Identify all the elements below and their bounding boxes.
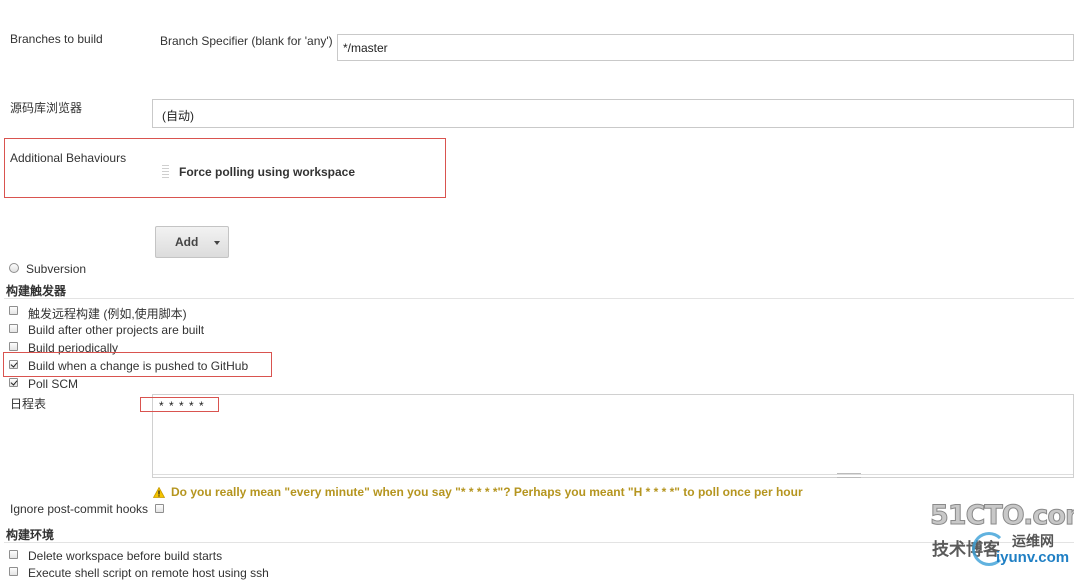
build-environment-heading: 构建环境 (6, 528, 55, 542)
force-polling-label: Force polling using workspace (179, 165, 356, 179)
branches-to-build-label: Branches to build (10, 32, 103, 46)
highlight-github-push (3, 352, 272, 377)
add-button-label: Add (175, 235, 199, 249)
env-delete-workspace-checkbox[interactable] (9, 550, 18, 559)
divider (4, 298, 1074, 299)
repo-browser-select[interactable]: (自动) (152, 99, 1074, 128)
schedule-label: 日程表 (10, 397, 47, 411)
env-ssh-script-checkbox[interactable] (9, 567, 18, 576)
trigger-after-projects-checkbox[interactable] (9, 324, 18, 333)
env-delete-workspace-label: Delete workspace before build starts (28, 549, 223, 563)
env-ssh-script-label: Execute shell script on remote host usin… (28, 566, 269, 580)
add-behaviour-button[interactable]: Add (155, 226, 229, 258)
ignore-hooks-checkbox[interactable] (155, 504, 164, 513)
resize-handle-icon[interactable] (837, 473, 861, 478)
textarea-resize-bar (153, 474, 1073, 475)
watermark-line2: 运维网 (1012, 533, 1054, 549)
warning-icon (153, 487, 165, 498)
subversion-radio[interactable] (9, 263, 19, 273)
branch-specifier-input[interactable]: */master (337, 34, 1074, 61)
ignore-hooks-label: Ignore post-commit hooks (10, 502, 149, 516)
trigger-poll-scm-label: Poll SCM (28, 377, 79, 391)
watermark-brand: 51CTO.com (929, 500, 1074, 532)
trigger-remote-checkbox[interactable] (9, 306, 18, 315)
build-triggers-heading: 构建触发器 (6, 284, 67, 298)
watermark-site: iyunv.com (996, 549, 1070, 566)
repo-browser-label: 源码库浏览器 (10, 101, 83, 115)
branch-specifier-label: Branch Specifier (blank for 'any') (160, 34, 333, 48)
schedule-textarea[interactable]: * * * * * (152, 394, 1074, 478)
subversion-label: Subversion (26, 262, 87, 276)
schedule-warning-text: Do you really mean "every minute" when y… (171, 485, 803, 499)
trigger-remote-label: 触发远程构建 (例如,使用脚本) (28, 307, 187, 321)
trigger-after-projects-label: Build after other projects are built (28, 323, 205, 337)
trigger-periodically-checkbox[interactable] (9, 342, 18, 351)
divider (4, 542, 1074, 543)
trigger-poll-scm-checkbox[interactable] (9, 378, 18, 387)
highlight-schedule (140, 397, 219, 412)
caret-down-icon (214, 241, 220, 245)
additional-behaviours-label: Additional Behaviours (10, 151, 127, 165)
drag-handle-icon[interactable] (162, 165, 169, 179)
